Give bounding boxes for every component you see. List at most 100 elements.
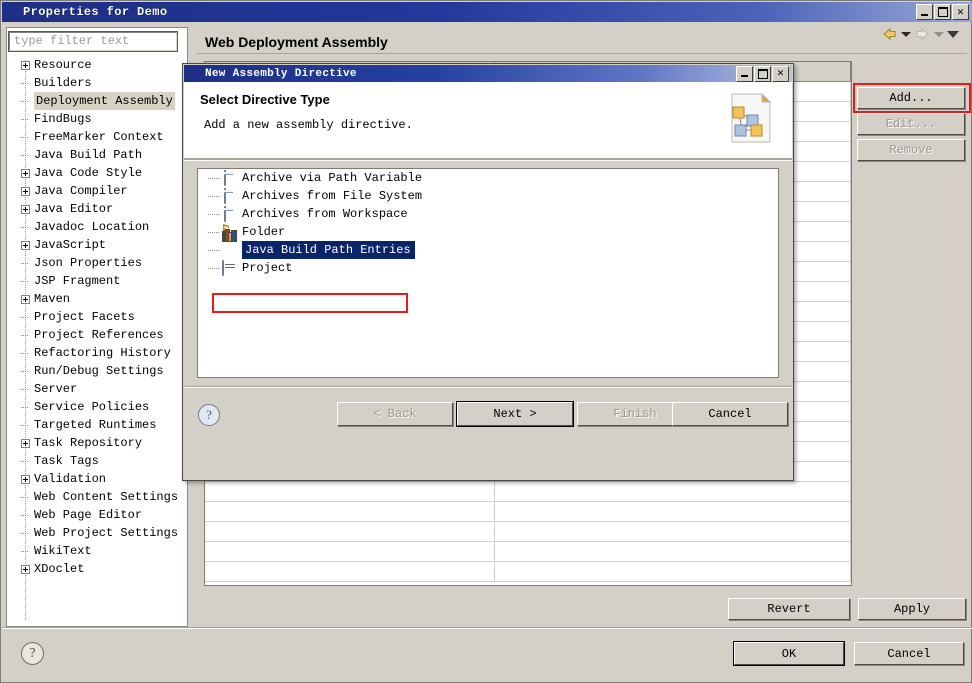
sidebar-item-label: Task Tags: [34, 454, 99, 468]
window-controls: ✕: [916, 4, 969, 20]
table-cell-deploy-path[interactable]: [495, 562, 851, 581]
next-button[interactable]: Next >: [456, 401, 574, 427]
sidebar-item-refactoring-history[interactable]: Refactoring History: [7, 344, 185, 362]
expand-icon[interactable]: [21, 168, 30, 178]
sidebar-item-label: Web Project Settings: [34, 526, 179, 540]
sidebar-item-javadoc-location[interactable]: Javadoc Location: [7, 218, 185, 236]
table-row[interactable]: [205, 502, 851, 522]
sidebar-item-run-debug-settings[interactable]: Run/Debug Settings: [7, 362, 185, 380]
list-item-archives-from-workspace[interactable]: Archives from Workspace: [198, 205, 778, 223]
expand-icon[interactable]: [21, 60, 30, 70]
expand-icon[interactable]: [21, 204, 30, 214]
sidebar-item-service-policies[interactable]: Service Policies: [7, 398, 185, 416]
wizard-cancel-button[interactable]: Cancel: [672, 402, 788, 426]
tree-leaf-icon: [21, 259, 30, 268]
sidebar-item-findbugs[interactable]: FindBugs: [7, 110, 185, 128]
sidebar-item-javascript[interactable]: JavaScript: [7, 236, 185, 254]
table-row[interactable]: [205, 482, 851, 502]
sidebar-item-project-facets[interactable]: Project Facets: [7, 308, 185, 326]
apply-button[interactable]: Apply: [858, 598, 966, 620]
sidebar-item-label: Java Build Path: [34, 148, 143, 162]
sidebar-item-wikitext[interactable]: WikiText: [7, 542, 185, 560]
back-chevron-down-icon[interactable]: [901, 32, 911, 37]
table-cell-source[interactable]: [205, 522, 495, 541]
maximize-button[interactable]: [934, 4, 951, 20]
sidebar-item-label: FindBugs: [34, 112, 92, 126]
sidebar-item-label: FreeMarker Context: [34, 130, 164, 144]
sidebar-item-label: Refactoring History: [34, 346, 171, 360]
gear-icon: [187, 67, 201, 81]
sidebar-item-builders[interactable]: Builders: [7, 74, 185, 92]
list-item-folder[interactable]: Folder: [198, 223, 778, 241]
tree-leaf-icon: [21, 151, 30, 160]
question-mark-icon[interactable]: ?: [21, 642, 44, 665]
sidebar-item-project-references[interactable]: Project References: [7, 326, 185, 344]
sidebar-item-web-content-settings[interactable]: Web Content Settings: [7, 488, 185, 506]
table-cell-source[interactable]: [205, 542, 495, 561]
expand-icon[interactable]: [21, 186, 30, 196]
tree-leaf-icon: [21, 115, 30, 124]
sidebar-item-xdoclet[interactable]: XDoclet: [7, 560, 185, 578]
question-mark-icon[interactable]: ?: [198, 404, 220, 426]
sidebar-item-java-code-style[interactable]: Java Code Style: [7, 164, 185, 182]
table-cell-source[interactable]: [205, 562, 495, 581]
add-button[interactable]: Add...: [857, 87, 965, 109]
cancel-button[interactable]: Cancel: [854, 642, 964, 665]
sidebar-item-web-project-settings[interactable]: Web Project Settings: [7, 524, 185, 542]
table-cell-deploy-path[interactable]: [495, 482, 851, 501]
wizard-close-button[interactable]: ✕: [772, 65, 789, 82]
table-row[interactable]: [205, 542, 851, 562]
back-arrow-icon[interactable]: [881, 27, 898, 42]
sidebar-item-json-properties[interactable]: Json Properties: [7, 254, 185, 272]
sidebar-item-label: Java Compiler: [34, 184, 128, 198]
expand-icon[interactable]: [21, 240, 30, 250]
sidebar-item-maven[interactable]: Maven: [7, 290, 185, 308]
tree-leaf-icon: [21, 547, 30, 556]
list-item-archive-via-path-variable[interactable]: Archive via Path Variable: [198, 169, 778, 187]
sidebar-item-resource[interactable]: Resource: [7, 56, 185, 74]
expand-icon[interactable]: [21, 564, 30, 574]
new-assembly-directive-dialog: New Assembly Directive ✕ Select Directiv…: [182, 63, 794, 481]
sidebar-item-web-page-editor[interactable]: Web Page Editor: [7, 506, 185, 524]
expand-icon[interactable]: [21, 438, 30, 448]
expand-icon[interactable]: [21, 474, 30, 484]
sidebar-item-task-tags[interactable]: Task Tags: [7, 452, 185, 470]
wizard-maximize-button[interactable]: [754, 65, 771, 82]
list-item-java-build-path-entries[interactable]: Java Build Path Entries: [198, 228, 778, 259]
sidebar-item-server[interactable]: Server: [7, 380, 185, 398]
sidebar-item-jsp-fragment[interactable]: JSP Fragment: [7, 272, 185, 290]
minimize-button[interactable]: [916, 4, 933, 20]
sidebar-item-targeted-runtimes[interactable]: Targeted Runtimes: [7, 416, 185, 434]
view-menu-chevron-down-icon[interactable]: [947, 31, 959, 38]
tree-leaf-icon: [21, 421, 30, 430]
sidebar-item-label: Web Page Editor: [34, 508, 143, 522]
sidebar-item-java-compiler[interactable]: Java Compiler: [7, 182, 185, 200]
expand-icon[interactable]: [21, 294, 30, 304]
sidebar-item-java-editor[interactable]: Java Editor: [7, 200, 185, 218]
wizard-button-divider: [184, 386, 792, 388]
sidebar-item-validation[interactable]: Validation: [7, 470, 185, 488]
table-cell-deploy-path[interactable]: [495, 502, 851, 521]
ok-button[interactable]: OK: [733, 641, 845, 666]
revert-button[interactable]: Revert: [728, 598, 850, 620]
table-cell-deploy-path[interactable]: [495, 522, 851, 541]
list-item-archives-from-file-system[interactable]: Archives from File System: [198, 187, 778, 205]
jar-icon: [222, 205, 238, 222]
list-item-label: Archives from Workspace: [242, 207, 408, 221]
tree-leaf-icon: [21, 493, 30, 502]
close-button[interactable]: ✕: [952, 4, 969, 20]
table-row[interactable]: [205, 562, 851, 582]
table-cell-source[interactable]: [205, 482, 495, 501]
table-cell-source[interactable]: [205, 502, 495, 521]
tree-leaf-icon: [21, 457, 30, 466]
table-cell-deploy-path[interactable]: [495, 542, 851, 561]
list-item-project[interactable]: Project: [198, 259, 778, 277]
wizard-minimize-button[interactable]: [736, 65, 753, 82]
sidebar-item-freemarker-context[interactable]: FreeMarker Context: [7, 128, 185, 146]
sidebar-item-task-repository[interactable]: Task Repository: [7, 434, 185, 452]
directive-type-list[interactable]: Archive via Path Variable Archives from …: [197, 168, 779, 378]
sidebar-item-deployment-assembly[interactable]: Deployment Assembly: [7, 92, 185, 110]
table-row[interactable]: [205, 522, 851, 542]
sidebar-item-java-build-path[interactable]: Java Build Path: [7, 146, 185, 164]
filter-input[interactable]: type filter text: [8, 31, 178, 52]
